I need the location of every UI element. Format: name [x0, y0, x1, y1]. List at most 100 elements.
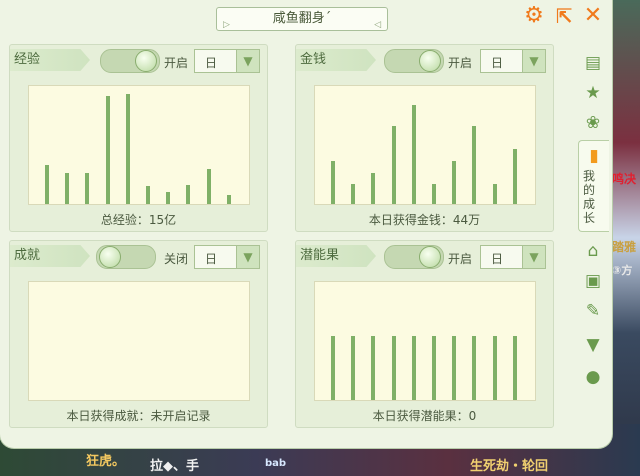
toggle-switch[interactable] [96, 245, 156, 269]
chart-bar [411, 105, 416, 204]
palette-icon[interactable]: ✎ [582, 300, 604, 322]
close-icon[interactable]: ✕ [581, 4, 605, 28]
title-left-arrow-icon: ▷ [223, 20, 230, 30]
toggle-state-text: 开启 [448, 56, 473, 70]
paw-icon[interactable]: ❀ [582, 112, 604, 134]
window-title-box: ▷ 咸鱼翻身´ ◁ [216, 7, 388, 31]
panel-label: 金钱 [296, 49, 376, 71]
tab-label-char: 我 [583, 169, 596, 183]
chevron-down-icon[interactable]: ▼ [522, 50, 545, 72]
chart-bar [331, 336, 335, 400]
chart-bar [492, 184, 497, 204]
panel-label: 经验 [10, 49, 90, 71]
toggle-knob [419, 50, 441, 72]
message-icon[interactable]: ▤ [582, 52, 604, 74]
toggle-switch[interactable] [384, 245, 444, 269]
chart-bar [391, 336, 396, 400]
dropdown-value: 日 [491, 56, 504, 70]
scene-text: 拉◆、手 [150, 459, 199, 474]
chart-bar [452, 161, 457, 204]
panel-caption: 本日获得成就：未开启记录 [66, 409, 211, 423]
toggle-knob [135, 50, 157, 72]
chart-bar [391, 126, 396, 204]
chevron-down-icon[interactable]: ▼ [236, 246, 259, 268]
export-icon[interactable]: ⇱ [552, 4, 576, 28]
chart-bar [512, 336, 517, 400]
chart-bar [226, 195, 231, 204]
chevron-down-icon[interactable]: ▼ [236, 50, 259, 72]
tab-my-growth[interactable]: ▮ 我 的 成 长 [578, 140, 609, 232]
toggle-switch[interactable] [384, 49, 444, 73]
chart-bar [472, 126, 477, 204]
chart-bar [85, 173, 90, 204]
panel-label: 成就 [10, 245, 90, 267]
chevron-down-icon[interactable]: ▼ [522, 246, 545, 268]
dropdown-value: 日 [491, 252, 504, 266]
scene-text: 狂虎。 [86, 454, 126, 469]
scene-text: 鸣决 [612, 172, 637, 186]
growth-window: ▷ 咸鱼翻身´ ◁ ⚙ ⇱ ✕ 经验 开启 日 ▼ 总经验：15亿 金钱 开启 … [0, 0, 612, 448]
period-dropdown[interactable]: 日 ▼ [194, 49, 260, 73]
chart-bar [206, 169, 211, 204]
chart-bar [452, 336, 457, 400]
chart-bar [186, 185, 191, 204]
chart-bar [432, 336, 436, 400]
dropdown-value: 日 [205, 252, 218, 266]
box-icon[interactable]: ▣ [582, 270, 604, 292]
chart-bar [125, 94, 130, 204]
chart-bar [331, 161, 335, 204]
gear-icon[interactable]: ⚙ [522, 4, 546, 28]
title-right-arrow-icon: ◁ [374, 20, 381, 30]
panel-money: 金钱 开启 日 ▼ 本日获得金钱：44万 [295, 44, 554, 232]
toggle-state-text: 开启 [448, 252, 473, 266]
chart-bar [512, 149, 517, 204]
period-dropdown[interactable]: 日 ▼ [480, 245, 546, 269]
chart-bar [45, 165, 49, 204]
scene-text: bab [265, 458, 287, 469]
chart-bar [411, 336, 416, 400]
toggle-switch[interactable] [100, 49, 160, 73]
tab-label-char: 长 [583, 211, 596, 225]
period-dropdown[interactable]: 日 ▼ [194, 245, 260, 269]
scene-text: 生死劫・轮回 [470, 459, 549, 474]
house-icon[interactable]: ⌂ [582, 240, 604, 262]
bar-chart [28, 85, 250, 205]
chart-bar [432, 184, 436, 204]
tab-label-char: 的 [583, 183, 596, 197]
chart-bar [492, 336, 497, 400]
star-icon[interactable]: ★ [582, 82, 604, 104]
panel-caption: 本日获得金钱：44万 [368, 213, 481, 227]
chart-bar [105, 96, 110, 204]
chart-bar [472, 336, 477, 400]
growth-bars-icon: ▮ [589, 146, 599, 166]
chart-bar [351, 336, 356, 400]
toggle-state-text: 关闭 [164, 252, 189, 266]
chart-bar [371, 336, 376, 400]
panel-caption: 总经验：15亿 [100, 213, 177, 227]
chart-bar [166, 192, 171, 204]
tab-label: 我 的 成 长 [583, 169, 603, 225]
scene-text: 踏雅 [612, 240, 637, 254]
panel-caption: 本日获得潜能果：0 [372, 409, 477, 423]
scene-text: ③方 [612, 264, 633, 277]
panel-potential-fruit: 潜能果 开启 日 ▼ 本日获得潜能果：0 [295, 240, 554, 428]
toggle-knob [419, 246, 441, 268]
toggle-knob [99, 246, 121, 268]
chart-bar [65, 173, 70, 204]
panel-label: 潜能果 [296, 245, 376, 267]
dropdown-value: 日 [205, 56, 218, 70]
shirt-icon[interactable]: ▼ [582, 334, 604, 356]
window-title: 咸鱼翻身´ [272, 11, 332, 26]
chart-bar [351, 184, 356, 204]
balloon-icon[interactable]: ● [582, 366, 604, 388]
toggle-state-text: 开启 [164, 56, 189, 70]
tab-label-char: 成 [583, 197, 596, 211]
period-dropdown[interactable]: 日 ▼ [480, 49, 546, 73]
chart-bar [146, 186, 150, 204]
panel-experience: 经验 开启 日 ▼ 总经验：15亿 [9, 44, 268, 232]
bar-chart [314, 85, 536, 205]
bar-chart [28, 281, 250, 401]
panel-achievement: 成就 关闭 日 ▼ 本日获得成就：未开启记录 [9, 240, 268, 428]
chart-bar [371, 173, 376, 204]
bar-chart [314, 281, 536, 401]
